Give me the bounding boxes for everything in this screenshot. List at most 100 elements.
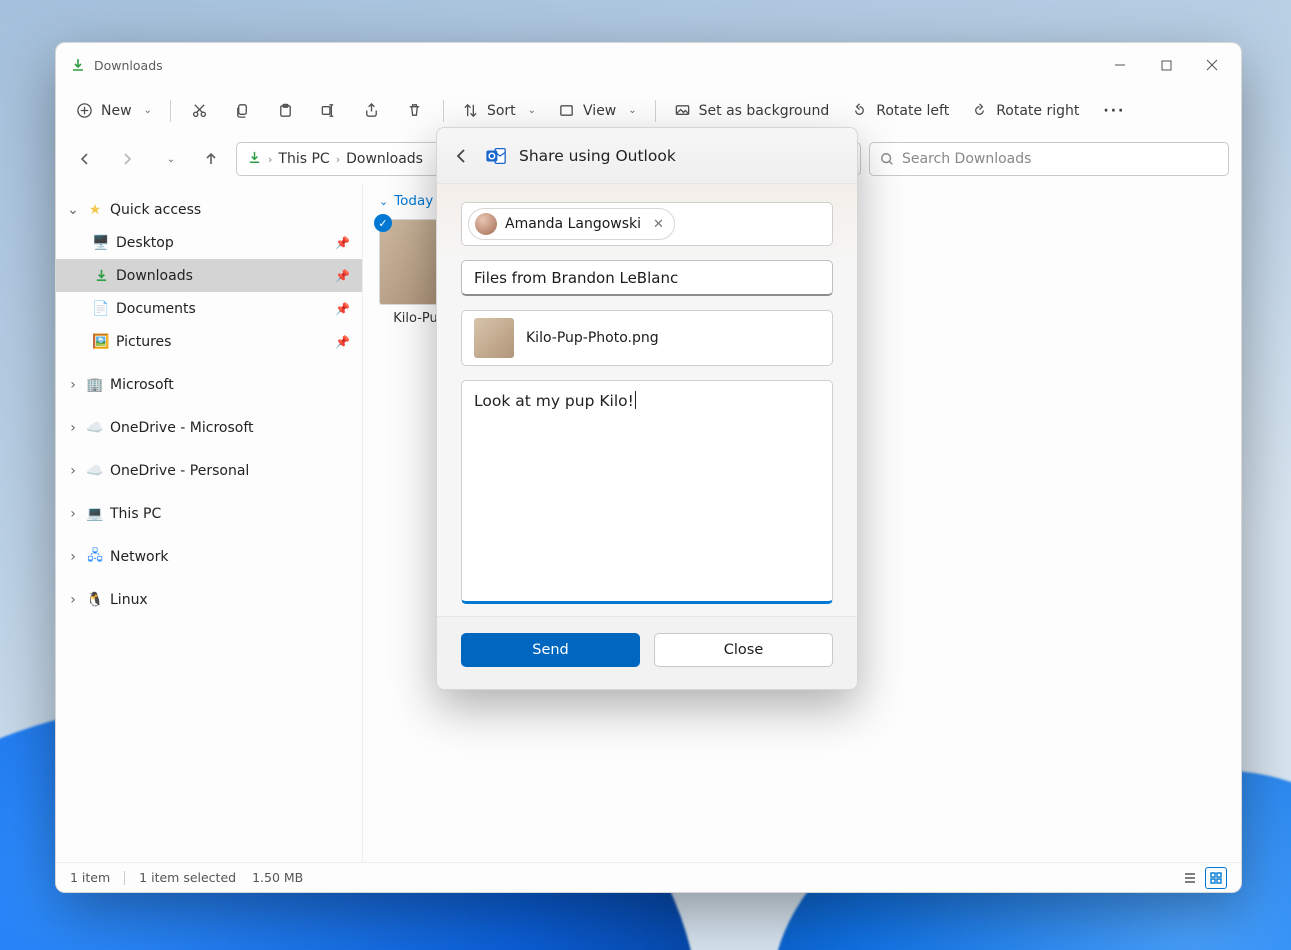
subject-field[interactable]: Files from Brandon LeBlanc xyxy=(461,260,833,296)
sidebar-item-microsoft[interactable]: › 🏢 Microsoft xyxy=(56,368,362,401)
attachment-thumbnail xyxy=(474,318,514,358)
recent-dropdown[interactable]: ⌄ xyxy=(152,142,186,176)
sidebar-item-documents[interactable]: 📄 Documents 📌 xyxy=(56,292,362,325)
more-button[interactable]: ··· xyxy=(1091,94,1137,128)
view-button-label: View xyxy=(583,103,616,119)
downloads-icon xyxy=(70,57,86,73)
building-icon: 🏢 xyxy=(86,376,104,394)
desktop-icon: 🖥️ xyxy=(92,234,110,252)
share-button[interactable] xyxy=(351,94,392,128)
rotate-left-button[interactable]: Rotate left xyxy=(841,94,959,128)
sidebar-item-network[interactable]: › 🖧 Network xyxy=(56,540,362,573)
linux-icon: 🐧 xyxy=(86,591,104,609)
chevron-right-icon: › xyxy=(66,377,80,393)
downloads-icon xyxy=(92,267,110,285)
chevron-down-icon: ⌄ xyxy=(528,105,536,116)
delete-button[interactable] xyxy=(394,94,435,128)
share-outlook-dialog: Share using Outlook Amanda Langowski ✕ F… xyxy=(436,127,858,690)
cloud-icon: ☁️ xyxy=(86,462,104,480)
sidebar-quick-access[interactable]: ⌄ ★ Quick access xyxy=(56,193,362,226)
back-button[interactable] xyxy=(451,145,473,167)
send-button[interactable]: Send xyxy=(461,633,640,667)
sort-button-label: Sort xyxy=(487,103,516,119)
set-background-label: Set as background xyxy=(699,103,830,119)
up-button[interactable] xyxy=(194,142,228,176)
sidebar-item-desktop[interactable]: 🖥️ Desktop 📌 xyxy=(56,226,362,259)
rotate-right-button[interactable]: Rotate right xyxy=(961,94,1089,128)
cut-button[interactable] xyxy=(179,94,220,128)
search-placeholder: Search Downloads xyxy=(902,151,1031,167)
details-view-toggle[interactable] xyxy=(1179,867,1201,889)
message-text: Look at my pup Kilo! xyxy=(474,392,634,410)
set-background-button[interactable]: Set as background xyxy=(664,94,840,128)
avatar xyxy=(475,213,497,235)
pin-icon: 📌 xyxy=(335,236,350,250)
star-icon: ★ xyxy=(86,201,104,219)
documents-icon: 📄 xyxy=(92,300,110,318)
new-button[interactable]: New ⌄ xyxy=(66,94,162,128)
chevron-right-icon: › xyxy=(66,463,80,479)
sidebar-item-label: Downloads xyxy=(116,268,193,284)
maximize-button[interactable] xyxy=(1143,49,1189,81)
sidebar: ⌄ ★ Quick access 🖥️ Desktop 📌 Downloads … xyxy=(56,183,363,862)
sidebar-item-downloads[interactable]: Downloads 📌 xyxy=(56,259,362,292)
search-icon xyxy=(880,152,894,166)
sidebar-item-onedrive-personal[interactable]: › ☁️ OneDrive - Personal xyxy=(56,454,362,487)
sidebar-item-label: Microsoft xyxy=(110,377,174,393)
close-button[interactable] xyxy=(1189,49,1235,81)
pin-icon: 📌 xyxy=(335,269,350,283)
chevron-right-icon: › xyxy=(66,506,80,522)
copy-button[interactable] xyxy=(222,94,263,128)
pin-icon: 📌 xyxy=(335,302,350,316)
titlebar: Downloads xyxy=(56,43,1241,87)
network-icon: 🖧 xyxy=(86,548,104,566)
recipients-field[interactable]: Amanda Langowski ✕ xyxy=(461,202,833,246)
recipient-chip[interactable]: Amanda Langowski ✕ xyxy=(468,208,675,240)
item-count: 1 item xyxy=(70,870,110,885)
attachment-name: Kilo-Pup-Photo.png xyxy=(526,330,659,346)
cloud-icon: ☁️ xyxy=(86,419,104,437)
view-button[interactable]: View ⌄ xyxy=(548,94,647,128)
back-button[interactable] xyxy=(68,142,102,176)
sidebar-item-onedrive-ms[interactable]: › ☁️ OneDrive - Microsoft xyxy=(56,411,362,444)
sort-button[interactable]: Sort ⌄ xyxy=(452,94,546,128)
sidebar-item-linux[interactable]: › 🐧 Linux xyxy=(56,583,362,616)
pc-icon: 💻 xyxy=(86,505,104,523)
forward-button[interactable] xyxy=(110,142,144,176)
paste-button[interactable] xyxy=(265,94,306,128)
recipient-name: Amanda Langowski xyxy=(505,216,641,232)
chevron-down-icon: ⌄ xyxy=(66,202,80,218)
outlook-icon xyxy=(485,145,507,167)
thumbnails-view-toggle[interactable] xyxy=(1205,867,1227,889)
breadcrumb[interactable]: Downloads xyxy=(346,151,423,167)
rename-button[interactable] xyxy=(308,94,349,128)
chevron-right-icon: › xyxy=(336,153,340,166)
sidebar-item-thispc[interactable]: › 💻 This PC xyxy=(56,497,362,530)
remove-recipient-button[interactable]: ✕ xyxy=(653,217,664,232)
sidebar-item-label: OneDrive - Personal xyxy=(110,463,249,479)
chevron-down-icon: ⌄ xyxy=(144,105,152,116)
text-cursor xyxy=(635,391,636,409)
new-button-label: New xyxy=(101,103,132,119)
message-field[interactable]: Look at my pup Kilo! xyxy=(461,380,833,604)
chevron-right-icon: › xyxy=(66,420,80,436)
minimize-button[interactable] xyxy=(1097,49,1143,81)
chevron-right-icon: › xyxy=(66,592,80,608)
sidebar-item-label: Desktop xyxy=(116,235,174,251)
pin-icon: 📌 xyxy=(335,335,350,349)
sidebar-item-pictures[interactable]: 🖼️ Pictures 📌 xyxy=(56,325,362,358)
chevron-right-icon: › xyxy=(66,549,80,565)
search-input[interactable]: Search Downloads xyxy=(869,142,1229,176)
close-dialog-button[interactable]: Close xyxy=(654,633,833,667)
sidebar-item-label: Network xyxy=(110,549,168,565)
chevron-down-icon: ⌄ xyxy=(628,105,636,116)
selection-count: 1 item selected xyxy=(139,870,236,885)
sidebar-item-label: Linux xyxy=(110,592,148,608)
check-icon: ✓ xyxy=(374,214,392,232)
pictures-icon: 🖼️ xyxy=(92,333,110,351)
breadcrumb[interactable]: This PC xyxy=(278,151,329,167)
share-dialog-title: Share using Outlook xyxy=(519,147,676,165)
share-dialog-footer: Send Close xyxy=(437,616,857,689)
downloads-icon xyxy=(247,150,262,169)
attachment-box[interactable]: Kilo-Pup-Photo.png xyxy=(461,310,833,366)
